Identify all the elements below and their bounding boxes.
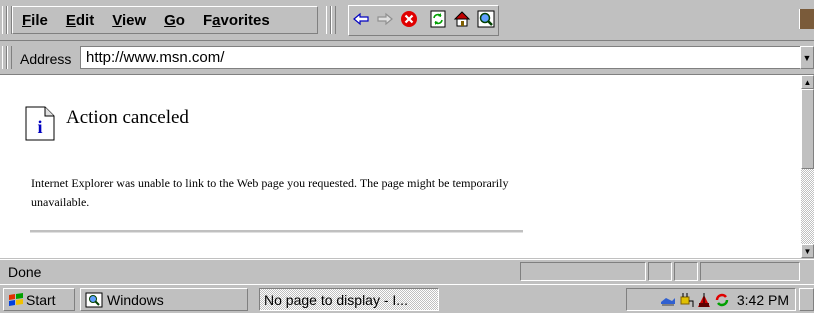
taskbar: Start Windows No page to display - I... … [0, 284, 814, 313]
status-panel-4 [700, 262, 800, 281]
windows-search-icon [85, 292, 103, 307]
scroll-up-button[interactable]: ▲ [801, 75, 814, 89]
back-button[interactable] [350, 8, 372, 30]
chevron-down-icon: ▼ [802, 52, 812, 63]
windows-button[interactable]: Windows [80, 288, 248, 311]
error-message: Internet Explorer was unable to link to … [31, 176, 509, 209]
clock[interactable]: 3:42 PM [737, 292, 789, 308]
active-task-label: No page to display - I... [264, 291, 408, 308]
toolbar-grip-2[interactable] [331, 6, 336, 34]
back-icon [353, 12, 369, 26]
scroll-thumb[interactable] [801, 89, 814, 169]
stop-button[interactable] [398, 8, 420, 30]
address-bar: Address http://www.msn.com/ ▼ [0, 41, 814, 75]
status-text: Done [8, 264, 42, 280]
menu-go[interactable]: Go [155, 12, 194, 29]
status-panel [520, 262, 646, 281]
forward-button[interactable] [374, 8, 396, 30]
forward-icon [377, 12, 393, 26]
refresh-icon [430, 10, 446, 28]
nav-toolbar [348, 5, 499, 36]
start-button[interactable]: Start [3, 288, 75, 311]
page-title: Action canceled [66, 107, 189, 128]
network-icon[interactable] [660, 292, 676, 308]
system-tray: 3:42 PM [626, 288, 796, 311]
vertical-scrollbar[interactable]: ▲ ▼ [801, 75, 814, 258]
chevron-up-icon: ▲ [803, 77, 812, 87]
menu-bar: File Edit View Go Favorites [12, 6, 318, 34]
power-plug-icon[interactable] [678, 292, 694, 308]
show-desktop-button[interactable] [799, 288, 814, 311]
menu-favorites[interactable]: Favorites [194, 12, 279, 29]
scroll-down-button[interactable]: ▼ [801, 244, 814, 258]
page-content: i Action canceled Internet Explorer was … [0, 75, 801, 258]
chevron-down-icon: ▼ [803, 246, 812, 256]
refresh-button[interactable] [427, 8, 449, 30]
search-icon [477, 10, 495, 28]
menu-view[interactable]: View [103, 12, 155, 29]
divider [30, 230, 523, 233]
address-dropdown-button[interactable]: ▼ [800, 46, 814, 69]
menu-edit[interactable]: Edit [57, 12, 103, 29]
menu-file[interactable]: File [13, 12, 57, 29]
signal-icon[interactable] [696, 292, 712, 308]
home-icon [453, 11, 471, 27]
status-panel-2 [648, 262, 672, 281]
command-bar: File Edit View Go Favorites [0, 0, 814, 41]
address-grip-2[interactable] [7, 46, 12, 69]
address-label: Address [20, 51, 72, 67]
info-icon: i [25, 106, 55, 141]
sync-icon[interactable] [714, 292, 730, 308]
active-task-button[interactable]: No page to display - I... [259, 288, 439, 311]
home-button[interactable] [451, 8, 473, 30]
start-label: Start [26, 291, 56, 308]
windows-flag-icon [9, 292, 23, 306]
stop-icon [401, 11, 417, 27]
address-input[interactable]: http://www.msn.com/ [80, 46, 806, 69]
windows-label: Windows [107, 291, 164, 308]
windows-logo-icon [799, 9, 814, 29]
status-bar: Done [0, 259, 814, 284]
status-panel-3 [674, 262, 698, 281]
search-button[interactable] [475, 8, 497, 30]
svg-text:i: i [37, 117, 42, 137]
